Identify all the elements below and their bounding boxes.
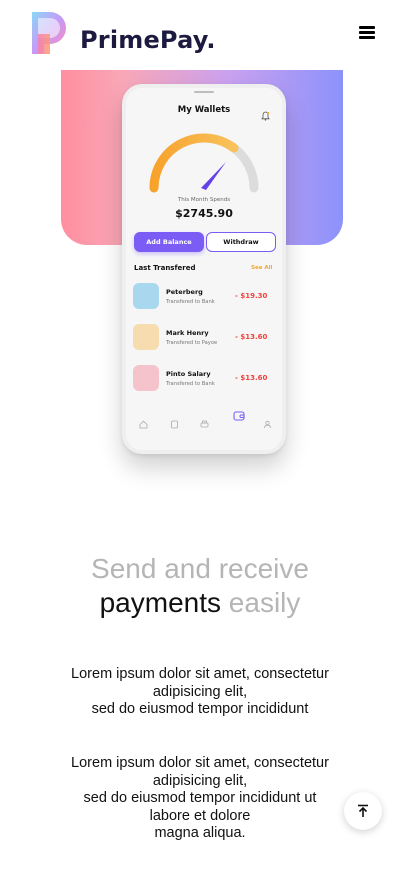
site-header: PrimePay.	[0, 0, 400, 70]
transaction-avatar	[133, 283, 159, 309]
paragraph-line: sed do eiusmod tempor incididunt	[91, 701, 309, 717]
spending-gauge	[149, 133, 259, 193]
brand-name[interactable]: PrimePay.	[80, 26, 216, 54]
phone-bottom-nav	[122, 406, 286, 430]
spend-label: This Month Spends	[177, 197, 231, 203]
paragraph-line: adipisicing elit,	[152, 683, 248, 700]
print-icon[interactable]	[200, 420, 209, 429]
paragraph-line: Lorem ipsum dolor sit amet, consectetur	[71, 666, 329, 682]
transaction-avatar	[133, 324, 159, 350]
paragraph-line: labore et dolore	[149, 807, 251, 824]
bell-icon	[261, 111, 270, 121]
paragraph-line: adipisicing elit,	[152, 772, 248, 789]
phone-mockup: My Wallets This Month Spends $2745.90 Ad…	[122, 84, 286, 454]
user-icon[interactable]	[263, 420, 272, 429]
headline-line1: Send and receive	[91, 553, 309, 584]
transaction-subtitle: Transfered to Bank	[166, 381, 215, 387]
transaction-amount: - $19.30	[235, 292, 268, 300]
see-all-link[interactable]: See All	[251, 265, 272, 271]
headline-emphasis: payments	[99, 587, 222, 618]
scroll-to-top-button[interactable]	[344, 792, 382, 830]
transaction-name: Mark Henry	[166, 329, 209, 337]
primepay-logo-icon[interactable]	[28, 8, 74, 56]
transaction-row[interactable]: Mark Henry Transfered to Payoe - $13.60	[133, 324, 278, 352]
hamburger-menu-icon[interactable]	[359, 26, 375, 39]
transaction-name: Peterberg	[166, 288, 203, 296]
add-balance-button[interactable]: Add Balance	[134, 232, 204, 252]
arrow-up-to-top-icon	[358, 804, 368, 817]
paragraph-line: sed do eiusmod tempor incididunt ut	[83, 790, 317, 806]
wallet-icon[interactable]	[233, 410, 245, 422]
transaction-subtitle: Transfered to Bank	[166, 299, 215, 305]
intro-paragraph-2: Lorem ipsum dolor sit amet, consectetur …	[24, 755, 376, 843]
card-icon[interactable]	[170, 420, 179, 429]
headline-suffix: easily	[228, 587, 301, 618]
phone-notch	[194, 91, 214, 93]
transaction-row[interactable]: Pinto Salary Transfered to Bank - $13.60	[133, 365, 278, 393]
transaction-amount: - $13.60	[235, 333, 268, 341]
transaction-name: Pinto Salary	[166, 370, 211, 378]
section-headline: Send and receive payments easily	[0, 552, 400, 620]
paragraph-line: Lorem ipsum dolor sit amet, consectetur	[71, 755, 329, 771]
transaction-avatar	[133, 365, 159, 391]
withdraw-button[interactable]: Withdraw	[206, 232, 276, 252]
last-transferred-title: Last Transfered	[134, 264, 196, 272]
transaction-subtitle: Transfered to Payoe	[166, 340, 218, 346]
paragraph-line: magna aliqua.	[154, 825, 246, 841]
intro-paragraph-1: Lorem ipsum dolor sit amet, consectetur …	[24, 666, 376, 719]
transaction-row[interactable]: Peterberg Transfered to Bank - $19.30	[133, 283, 278, 311]
home-icon[interactable]	[139, 420, 148, 429]
spend-amount: $2745.90	[175, 207, 233, 220]
transaction-amount: - $13.60	[235, 374, 268, 382]
